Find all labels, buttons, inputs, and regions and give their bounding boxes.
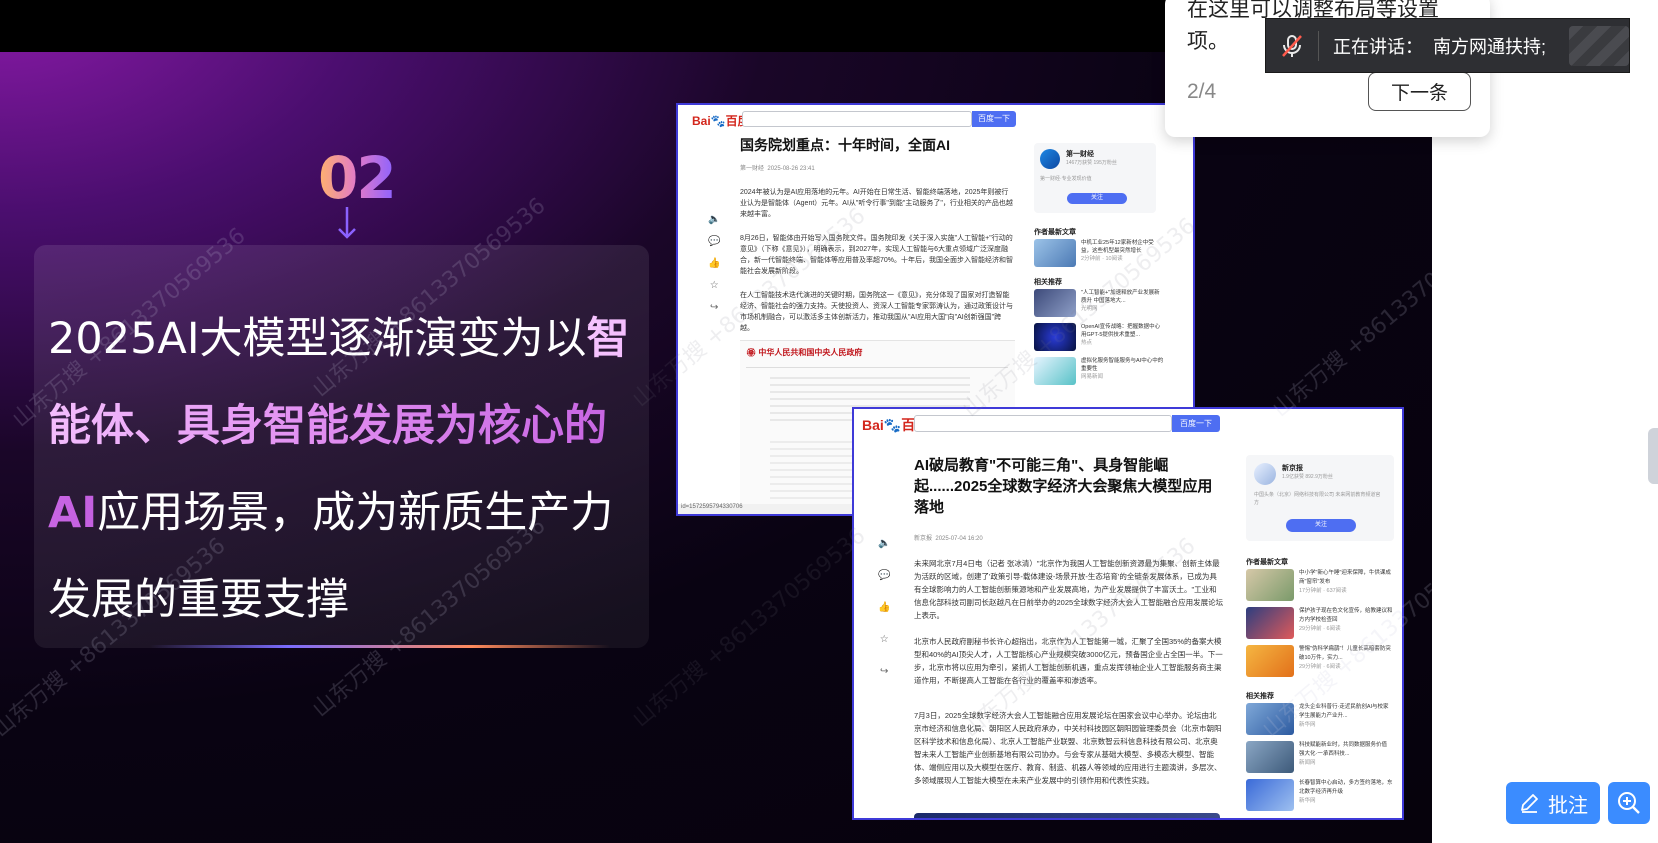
mic-muted-icon[interactable] (1266, 33, 1318, 59)
guide-step-count: 2/4 (1187, 80, 1217, 103)
article-meta: 新京报 2025-07-04 16:20 (914, 536, 983, 542)
list-item[interactable]: 科技赋能新业时，共同数据服务价值 强大化·一承西科技... 新闻网 (1246, 741, 1396, 773)
panel-collapse-handle[interactable] (1648, 428, 1658, 484)
headline-part-3: 应用场景，成为新质生产力发展的重要支撑 (48, 488, 614, 625)
headline-part-1: 2025AI大模型逐渐演变为以 (48, 314, 587, 364)
list-item[interactable]: 虚拟化服务智能服务与AI中心中的重要性 网易新闻 (1034, 357, 1164, 385)
article-paragraph: 2024年被认为是AI应用落地的元年。AI开始在日常生活、智能终端落地，2025… (740, 189, 1013, 218)
speaker-text: 正在讲话： 南方网通扶持; (1333, 36, 1547, 57)
url-footer: id=1572595794330706 (678, 504, 858, 514)
article-side-actions: 🔈 💬 👍 ☆ ↪ (708, 215, 720, 313)
share-icon[interactable]: ↪ (710, 303, 718, 313)
article-paragraph: 未来网北京7月4日电（记者 张冰清）"北京作为我国人工智能创新资源最为集聚、创新… (914, 559, 1224, 620)
divider (746, 367, 1008, 368)
list-item[interactable]: 长春智算中心启动，多方签约落地，东北数字经济再升级 新华网 (1246, 779, 1396, 811)
card-underline (150, 645, 610, 648)
author-name: 第一财经 (1066, 151, 1094, 158)
thumbnail (1246, 741, 1294, 773)
author-stats: 1467万获赞 195万粉丝 (1066, 160, 1117, 166)
article-paragraph: 8月26日，智能体由开始写入国务院文件。国务院印发《关于深入实施"人工智能+"行… (740, 235, 1014, 275)
latest-articles-title: 作者最新文章 (1246, 559, 1288, 566)
thumbnail (1246, 779, 1294, 811)
list-item[interactable]: OpenAI宣传战略：把握数据中心用GPT-5提供技术重塑... 热点 (1034, 323, 1164, 351)
annotate-button[interactable]: 批注 (1506, 782, 1600, 824)
thumbnail (1034, 357, 1076, 385)
comment-icon[interactable]: 💬 (878, 571, 890, 581)
list-item[interactable]: 警惕"伪科学扁鹊"！儿童长高暗套防突破10万件，实力... 29分钟前 · 6阅… (1246, 645, 1396, 677)
list-item[interactable]: 中小学"新心午睡"迎来保障，牛供课成商"窗帘"发布 17分钟前 · 637阅读 (1246, 569, 1396, 601)
baidu-search-button[interactable]: 百度一下 (972, 111, 1016, 127)
speaker-indicator: 正在讲话： 南方网通扶持; (1265, 18, 1630, 73)
step-number: 02 (318, 144, 397, 212)
like-icon[interactable]: 👍 (708, 259, 720, 269)
baidu-search-input[interactable] (742, 111, 972, 127)
thumbnail (1034, 239, 1076, 267)
author-name: 新京报 (1282, 465, 1303, 472)
article-meta: 第一财经 2025-08-26 23:41 (740, 166, 815, 172)
article-side-actions: 🔈 💬 👍 ☆ ↪ (878, 539, 890, 677)
article-screenshot-2: Bai🐾百度 百度一下 🔈 💬 👍 ☆ ↪ AI破局教育"不可能三角"、具身智能… (852, 407, 1404, 820)
watermark: 山东万搜 +8613370569536 (1268, 213, 1432, 423)
speaker-icon[interactable]: 🔈 (708, 215, 720, 225)
thumbnail (1246, 569, 1294, 601)
list-item[interactable]: "人工智能+"加速释放产业发展新质升 中国落地大... 光明网 (1034, 289, 1164, 317)
zoom-in-icon (1618, 792, 1640, 814)
speaker-icon[interactable]: 🔈 (878, 539, 890, 549)
annotate-label: 批注 (1548, 794, 1588, 817)
related-title: 相关推荐 (1034, 279, 1062, 286)
headline: 2025AI大模型逐渐演变为以智能体、具身智能发展为核心的AI应用场景，成为新质… (48, 296, 648, 644)
latest-articles-title: 作者最新文章 (1034, 229, 1076, 236)
author-stats: 1.9亿获赞 892.9万粉丝 (1282, 474, 1333, 480)
comment-icon[interactable]: 💬 (708, 237, 720, 247)
follow-button[interactable]: 关注 (1067, 193, 1127, 204)
thumbnail (1246, 703, 1294, 735)
watermark: 山东万搜 +8613370569536 (628, 523, 871, 733)
share-icon[interactable]: ↪ (880, 667, 888, 677)
next-button[interactable]: 下一条 (1368, 72, 1471, 111)
follow-button[interactable]: 关注 (1286, 519, 1356, 532)
national-emblem-icon: 🏵 (746, 348, 757, 357)
video-strip (914, 813, 1220, 818)
author-card: 新京报 1.9亿获赞 892.9万粉丝 中国头条（北京）网络科技有限公司 未来网… (1246, 455, 1394, 541)
blurred-avatars (1569, 25, 1629, 66)
like-icon[interactable]: 👍 (878, 603, 890, 613)
zoom-in-button[interactable] (1608, 782, 1650, 824)
list-item[interactable]: 保护孩子现在色文化宣传，给教建议和方内学校检查回 29分钟前 · 6阅读 (1246, 607, 1396, 639)
article-paragraph: 在人工智能技术迭代演进的关键时期，国务院这一《意见》，充分体现了国家对打造智能经… (740, 292, 1013, 332)
article-paragraph: 北京市人民政府副秘书长许心超指出，北京作为人工智能第一城，汇聚了全国35%的备案… (914, 637, 1223, 685)
thumbnail (1246, 645, 1294, 677)
thumbnail (1034, 289, 1076, 317)
article-paragraph: 7月3日，2025全球数字经济大会人工智能融合应用发展论坛在国家会议中心举办。论… (914, 711, 1222, 785)
speaker-name: 南方网通扶持; (1433, 36, 1547, 57)
thumbnail (1246, 607, 1294, 639)
star-icon[interactable]: ☆ (880, 635, 889, 645)
author-card: 第一财经 1467万获赞 195万粉丝 第一财经·专业发现价值 关注 (1034, 143, 1156, 213)
baidu-search-input[interactable] (914, 415, 1172, 432)
article-title: AI破局教育"不可能三角"、具身智能崛起......2025全球数字经济大会聚焦… (914, 457, 1213, 516)
down-arrow-icon (338, 207, 356, 239)
avatar (1040, 149, 1060, 169)
author-desc: 中国头条（北京）网络科技有限公司 未来网前教育频道官方 (1254, 492, 1381, 506)
star-icon[interactable]: ☆ (710, 281, 719, 291)
divider (1318, 30, 1319, 61)
pen-icon (1521, 794, 1538, 813)
baidu-search-button[interactable]: 百度一下 (1172, 415, 1220, 432)
avatar (1254, 463, 1276, 485)
list-item[interactable]: 中机工业25年12家新材企中受益，这些机型最突然增长 2分钟前 · 10阅读 (1034, 239, 1164, 267)
related-title: 相关推荐 (1246, 693, 1274, 700)
article-title: 国务院划重点：十年时间，全面AI (740, 137, 950, 153)
thumbnail (1034, 323, 1076, 351)
baidu-logo: Bai🐾百度 (692, 114, 750, 128)
gov-banner-title: 🏵 中华人民共和国中央人民政府 (746, 348, 863, 357)
author-desc: 第一财经·专业发现价值 (1040, 176, 1092, 182)
list-item[interactable]: 龙头企业科普行·走近民航创AI与校家学生展能力产业升... 新华网 (1246, 703, 1396, 735)
